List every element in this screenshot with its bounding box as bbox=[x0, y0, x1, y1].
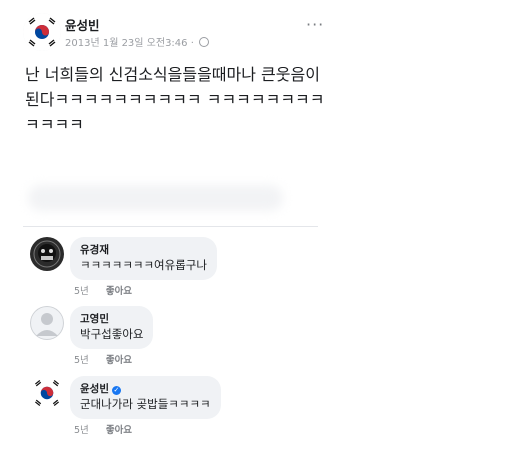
post-timestamp[interactable]: 2013년 1월 23일 오전3:46 · bbox=[65, 38, 194, 49]
comment-age[interactable]: 5년 bbox=[74, 355, 89, 366]
post-meta: 2013년 1월 23일 오전3:46 · bbox=[65, 34, 210, 49]
comment-bubble: 유경재 ㅋㅋㅋㅋㅋㅋㅋ여유롭구나 bbox=[70, 237, 217, 280]
comment-age[interactable]: 5년 bbox=[74, 425, 89, 436]
comment-bubble: 윤성빈 ✓ 군대나가라 곶밥들ㅋㅋㅋㅋ bbox=[70, 376, 221, 419]
commenter-avatar[interactable] bbox=[30, 237, 64, 271]
commenter-avatar[interactable] bbox=[30, 306, 64, 340]
blurred-region bbox=[28, 185, 283, 211]
korean-flag-icon bbox=[30, 376, 64, 410]
commenter-name[interactable]: 유경재 bbox=[80, 243, 207, 257]
like-button[interactable]: 좋아요 bbox=[106, 286, 132, 297]
comment-text: 박구섭좋아요 bbox=[80, 327, 144, 341]
more-options-button[interactable]: ··· bbox=[306, 15, 324, 34]
author-avatar[interactable] bbox=[23, 13, 61, 51]
korean-flag-icon bbox=[23, 13, 61, 51]
globe-icon bbox=[199, 37, 210, 47]
like-button[interactable]: 좋아요 bbox=[106, 425, 132, 436]
comment-actions: 5년 좋아요 bbox=[74, 283, 132, 297]
post-text: 난 너희들의 신검소식을들을때마나 큰웃음이된다ㅋㅋㅋㅋㅋㅋㅋㅋㅋㅋ ㅋㅋㅋㅋㅋ… bbox=[25, 65, 325, 134]
comment-text: 군대나가라 곶밥들ㅋㅋㅋㅋ bbox=[80, 397, 211, 411]
default-avatar-icon bbox=[30, 306, 64, 340]
commenter-name-text[interactable]: 윤성빈 bbox=[80, 383, 109, 395]
comment-text: ㅋㅋㅋㅋㅋㅋㅋ여유롭구나 bbox=[80, 258, 207, 272]
commenter-name[interactable]: 고영민 bbox=[80, 312, 143, 326]
comment-actions: 5년 좋아요 bbox=[74, 422, 132, 436]
commenter-avatar[interactable] bbox=[30, 376, 64, 410]
commenter-name: 윤성빈 ✓ bbox=[80, 382, 211, 396]
comment-age[interactable]: 5년 bbox=[74, 286, 89, 297]
comment-actions: 5년 좋아요 bbox=[74, 352, 132, 366]
like-button[interactable]: 좋아요 bbox=[106, 355, 132, 366]
comment-bubble: 고영민 박구섭좋아요 bbox=[70, 306, 154, 349]
post-header: 윤성빈 2013년 1월 23일 오전3:46 · ··· bbox=[23, 13, 323, 53]
comments-divider bbox=[23, 226, 318, 227]
post-author-name[interactable]: 윤성빈 bbox=[65, 15, 100, 34]
dark-profile-photo-icon bbox=[30, 237, 64, 271]
verified-badge-icon: ✓ bbox=[111, 386, 121, 395]
